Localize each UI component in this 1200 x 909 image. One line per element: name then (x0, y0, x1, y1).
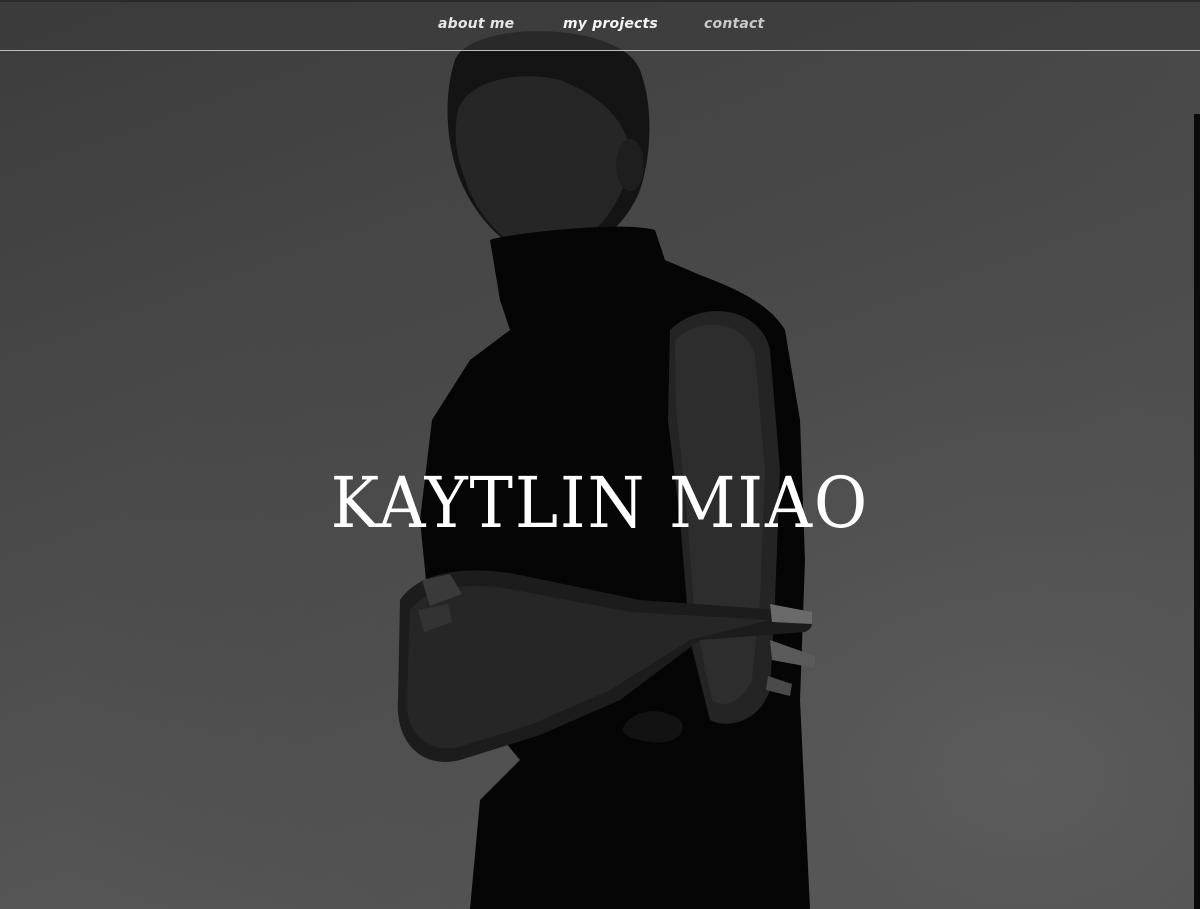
page: about me my projects contact KAYTLIN MIA… (0, 0, 1200, 909)
hero-name-title: KAYTLIN MIAO (330, 461, 870, 544)
nav-top-divider (0, 0, 1200, 2)
nav-link-about-me[interactable]: about me (438, 16, 514, 32)
top-navigation-bar: about me my projects contact (0, 0, 1200, 51)
nav-link-contact[interactable]: contact (704, 16, 764, 32)
page-scroll-edge (1194, 114, 1200, 909)
nav-link-my-projects[interactable]: my projects (563, 16, 658, 32)
hero-portrait-image (0, 0, 1200, 909)
